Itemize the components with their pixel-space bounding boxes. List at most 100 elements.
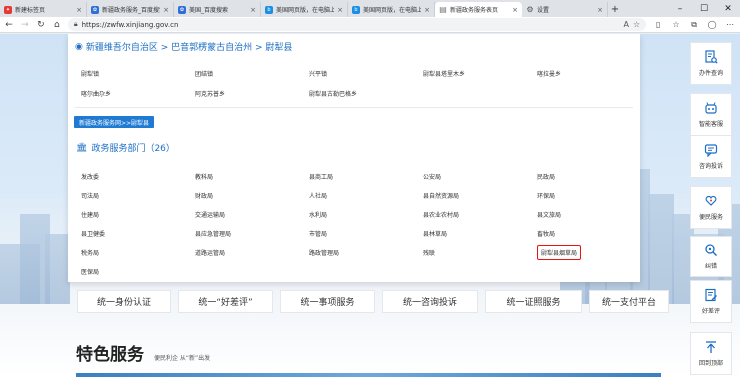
browser-tab[interactable]: ✿ 新疆政务服务_百度搜索 × — [87, 2, 174, 17]
sidebar-item[interactable]: 咨询投诉 — [690, 135, 732, 178]
town-link[interactable]: 尉犁县塔里木乡 — [423, 63, 537, 83]
read-aloud-icon[interactable]: A — [624, 20, 629, 29]
sidebar-item[interactable]: 智能客服 — [690, 93, 732, 136]
browser-tab[interactable]: ⚙ 设置 × — [522, 2, 608, 17]
service-button[interactable]: 统一事项服务 — [280, 290, 375, 313]
browser-tab[interactable]: ▤ 新疆政务服务表页 × — [435, 2, 522, 17]
department-link[interactable]: 司法局 — [81, 186, 195, 205]
more-menu-icon[interactable]: ⋯ — [724, 20, 736, 29]
department-link[interactable]: 税务局 — [81, 243, 195, 262]
service-button[interactable]: 统一证照服务 — [485, 290, 582, 313]
close-tab-icon[interactable]: × — [512, 6, 518, 14]
tab-title: 美国网页版，在电脑上… — [363, 7, 421, 14]
browser-tab[interactable]: b美国网页版，在电脑上…× — [261, 2, 348, 17]
browser-tab[interactable]: ✦ 新建标签页 × — [0, 2, 87, 17]
department-link[interactable]: 县农业农村局 — [423, 205, 537, 224]
sidebar-item-label: 便民服务 — [698, 214, 723, 221]
department-link[interactable]: 教科局 — [195, 167, 309, 186]
close-tab-icon[interactable]: × — [163, 6, 169, 14]
forward-button[interactable]: → — [20, 20, 30, 30]
url-field[interactable]: 🔒︎ https://zwfw.xinjiang.gov.cn A ☆ — [67, 18, 647, 31]
collections-icon[interactable]: ⧉ — [688, 20, 700, 30]
town-link-label: 尉犁县古勒巴格乡 — [309, 90, 358, 98]
town-link[interactable]: 尉犁镇 — [81, 63, 195, 83]
department-link[interactable]: 财政局 — [195, 186, 309, 205]
lock-icon: 🔒︎ — [73, 20, 78, 28]
town-link[interactable]: 兴平镇 — [309, 63, 423, 83]
department-link[interactable]: 医保局 — [81, 262, 195, 281]
maximize-button[interactable]: ☐ — [692, 4, 716, 14]
chat-bubble-icon — [704, 143, 718, 158]
close-tab-icon[interactable]: × — [337, 6, 343, 14]
service-button[interactable]: 统一身份认证 — [77, 290, 171, 313]
browser-tab[interactable]: ✿ 美国_百度搜索 × — [174, 2, 261, 17]
minimize-button[interactable]: – — [668, 4, 692, 14]
browser-tab[interactable]: b美国网页版，在电脑上…× — [348, 2, 435, 17]
department-link[interactable]: 市管局 — [309, 224, 423, 243]
service-button[interactable]: 统一“好差评” — [178, 290, 273, 313]
department-link[interactable]: 尉犁县烟草局 — [537, 243, 651, 262]
split-screen-icon[interactable]: ▯ — [652, 20, 664, 29]
town-link[interactable]: 阿克苏普乡 — [195, 83, 309, 103]
close-tab-icon[interactable]: × — [424, 6, 430, 14]
department-link[interactable]: 路政管理局 — [309, 243, 423, 262]
department-link[interactable]: 县文旅局 — [537, 205, 651, 224]
town-link-label: 兴平镇 — [309, 70, 328, 78]
close-tab-icon[interactable]: × — [597, 6, 603, 14]
close-tab-icon[interactable]: × — [76, 6, 82, 14]
department-link[interactable]: 人社局 — [309, 186, 423, 205]
back-button[interactable]: ← — [4, 20, 14, 30]
department-link[interactable]: 畜牧局 — [537, 224, 651, 243]
department-link-label: 市管局 — [309, 231, 328, 238]
tab-title: 美国网页版，在电脑上… — [276, 7, 334, 14]
department-link[interactable]: 民政局 — [537, 167, 651, 186]
refresh-button[interactable]: ↻ — [36, 20, 46, 30]
region-breadcrumb[interactable]: ◉ 新疆维吾尔自治区 > 巴音郭楞蒙古自治州 > 尉犁县 — [75, 40, 293, 54]
sidebar-item[interactable]: 纠错 — [690, 236, 732, 277]
town-link-label: 喀尔曲尕乡 — [81, 90, 112, 98]
new-tab-button[interactable]: + — [608, 2, 622, 17]
profile-icon[interactable]: ◯ — [706, 20, 718, 29]
favorites-icon[interactable]: ☆ — [670, 20, 682, 29]
department-link-label: 税务局 — [81, 250, 100, 257]
department-link-label: 环保局 — [537, 193, 556, 200]
town-link-label: 尉犁县塔里木乡 — [423, 70, 466, 78]
town-link[interactable]: 团结镇 — [195, 63, 309, 83]
department-link[interactable]: 县商工局 — [309, 167, 423, 186]
department-link[interactable]: 县应急管理局 — [195, 224, 309, 243]
department-link[interactable]: 交通运输局 — [195, 205, 309, 224]
department-link[interactable]: 县林草局 — [423, 224, 537, 243]
town-link[interactable]: 尉犁县古勒巴格乡 — [309, 83, 423, 103]
sidebar-item[interactable]: 办件查询 — [690, 42, 732, 85]
department-link[interactable]: 残联 — [423, 243, 537, 262]
department-link[interactable]: 环保局 — [537, 186, 651, 205]
sidebar-item[interactable]: 便民服务 — [690, 186, 732, 229]
bing-icon: b — [352, 5, 360, 14]
department-link[interactable]: 公安局 — [423, 167, 537, 186]
close-tab-icon[interactable]: × — [250, 6, 256, 14]
town-link[interactable]: 喀尔曲尕乡 — [81, 83, 195, 103]
department-link[interactable]: 县自然资源局 — [423, 186, 537, 205]
building-icon: 🏛︎ — [76, 142, 88, 153]
sidebar-item[interactable]: 好差评 — [690, 280, 732, 323]
url-text: https://zwfw.xinjiang.gov.cn — [81, 20, 179, 29]
close-window-button[interactable]: ✕ — [716, 4, 740, 14]
service-button[interactable]: 统一咨询投诉 — [382, 290, 478, 313]
breadcrumb-text[interactable]: 新疆维吾尔自治区 > 巴音郭楞蒙古自治州 > 尉犁县 — [86, 40, 293, 53]
department-link[interactable]: 发改委 — [81, 167, 195, 186]
robot-icon — [704, 101, 718, 115]
sidebar-item[interactable]: 回到顶部 — [690, 332, 732, 375]
department-link[interactable]: 道路运管局 — [195, 243, 309, 262]
town-link[interactable]: 喀拉曼乡 — [537, 63, 651, 83]
department-link[interactable]: 住建局 — [81, 205, 195, 224]
town-link-label: 团结镇 — [195, 70, 214, 78]
department-link[interactable]: 水利局 — [309, 205, 423, 224]
favorite-star-icon[interactable]: ☆ — [633, 20, 640, 29]
home-button[interactable]: ⌂ — [52, 20, 62, 30]
service-button[interactable]: 统一支付平台 — [589, 290, 669, 313]
county-portal-button[interactable]: 新疆政务服务网>>尉犁县 — [74, 116, 155, 128]
tab-title: 新建标签页 — [15, 7, 46, 14]
sidebar-item-label: 好差评 — [701, 308, 720, 315]
department-link[interactable]: 县卫健委 — [81, 224, 195, 243]
sidebar-item-label: 咨询投诉 — [698, 163, 723, 170]
